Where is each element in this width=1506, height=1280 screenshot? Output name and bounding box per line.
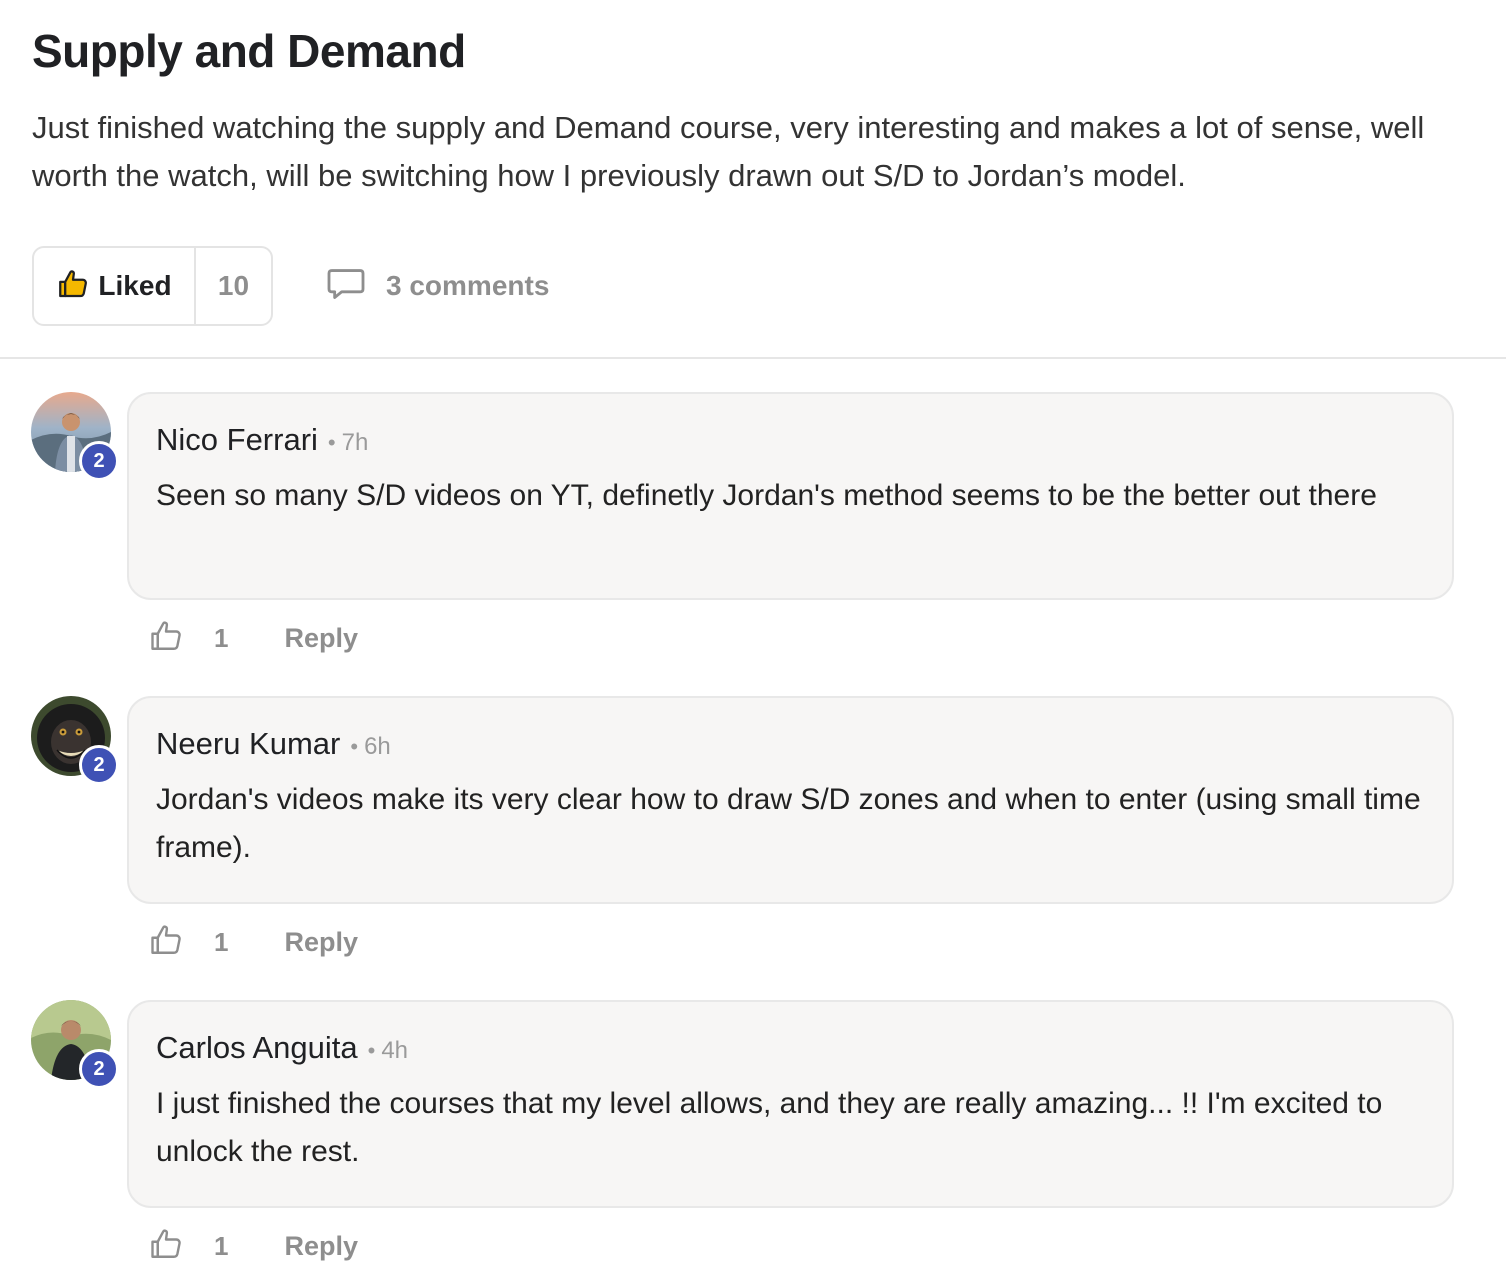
post-title: Supply and Demand bbox=[32, 25, 466, 77]
comment-header: Carlos Anguita • 4h bbox=[156, 1030, 408, 1066]
comment-like-count: 1 bbox=[214, 1230, 229, 1261]
divider bbox=[0, 357, 1506, 359]
liked-button[interactable]: Liked bbox=[34, 248, 196, 324]
comment-text: I just finished the courses that my leve… bbox=[156, 1087, 1383, 1168]
comment-author[interactable]: Nico Ferrari bbox=[156, 422, 318, 458]
comment-actions: 1 Reply bbox=[148, 920, 358, 964]
comment-like-button[interactable]: 1 bbox=[148, 618, 228, 659]
comment: 2 Neeru Kumar • 6h Jordan's videos make … bbox=[0, 696, 1506, 986]
thumbs-up-outline-icon bbox=[148, 618, 184, 659]
comments-link[interactable]: 3 comments bbox=[326, 246, 549, 326]
comment-actions: 1 Reply bbox=[148, 1224, 358, 1268]
comment-time: 7h bbox=[341, 429, 369, 456]
level-badge: 2 bbox=[79, 1049, 119, 1089]
comment-bubble: Neeru Kumar • 6h Jordan's videos make it… bbox=[127, 696, 1454, 904]
comment-bubble: Nico Ferrari • 7h Seen so many S/D video… bbox=[127, 392, 1454, 600]
comment-author[interactable]: Neeru Kumar bbox=[156, 726, 340, 762]
liked-label: Liked bbox=[98, 270, 172, 301]
comment-author[interactable]: Carlos Anguita bbox=[156, 1030, 358, 1066]
comment: 2 Carlos Anguita • 4h I just finished th… bbox=[0, 1000, 1506, 1280]
comment-time: 6h bbox=[364, 733, 391, 760]
comments-count-label: 3 comments bbox=[386, 270, 550, 301]
reply-button[interactable]: Reply bbox=[284, 623, 358, 654]
avatar[interactable]: 2 bbox=[31, 696, 119, 786]
speech-bubble-icon bbox=[326, 267, 366, 306]
comment-like-button[interactable]: 1 bbox=[148, 922, 228, 963]
post-actions: Liked 10 3 comments bbox=[32, 246, 732, 326]
comment-bubble: Carlos Anguita • 4h I just finished the … bbox=[127, 1000, 1454, 1208]
comment-text: Seen so many S/D videos on YT, definetly… bbox=[156, 479, 1377, 512]
comment-like-count: 1 bbox=[214, 926, 229, 957]
post-body: Just finished watching the supply and De… bbox=[32, 110, 1425, 193]
separator-dot: • bbox=[350, 734, 359, 759]
thumbs-up-outline-icon bbox=[148, 1226, 184, 1267]
separator-dot: • bbox=[327, 430, 336, 455]
level-badge: 2 bbox=[79, 441, 119, 481]
comment-time: 4h bbox=[381, 1037, 409, 1064]
avatar[interactable]: 2 bbox=[31, 392, 119, 482]
separator-dot: • bbox=[367, 1038, 376, 1063]
reply-button[interactable]: Reply bbox=[284, 1231, 358, 1262]
comment: 2 Nico Ferrari • 7h Seen so many S/D vid… bbox=[0, 392, 1506, 682]
comment-like-button[interactable]: 1 bbox=[148, 1226, 228, 1267]
reply-button[interactable]: Reply bbox=[284, 927, 358, 958]
comment-header: Nico Ferrari • 7h bbox=[156, 422, 368, 458]
comment-actions: 1 Reply bbox=[148, 616, 358, 660]
comment-header: Neeru Kumar • 6h bbox=[156, 726, 391, 762]
post-like-count[interactable]: 10 bbox=[196, 248, 271, 324]
level-badge: 2 bbox=[79, 745, 119, 785]
thumbs-up-outline-icon bbox=[148, 922, 184, 963]
comment-text: Jordan's videos make its very clear how … bbox=[156, 783, 1421, 864]
thumbs-up-filled-icon bbox=[56, 267, 90, 306]
comment-like-count: 1 bbox=[214, 622, 229, 653]
avatar[interactable]: 2 bbox=[31, 1000, 119, 1090]
like-group: Liked 10 bbox=[32, 246, 273, 326]
